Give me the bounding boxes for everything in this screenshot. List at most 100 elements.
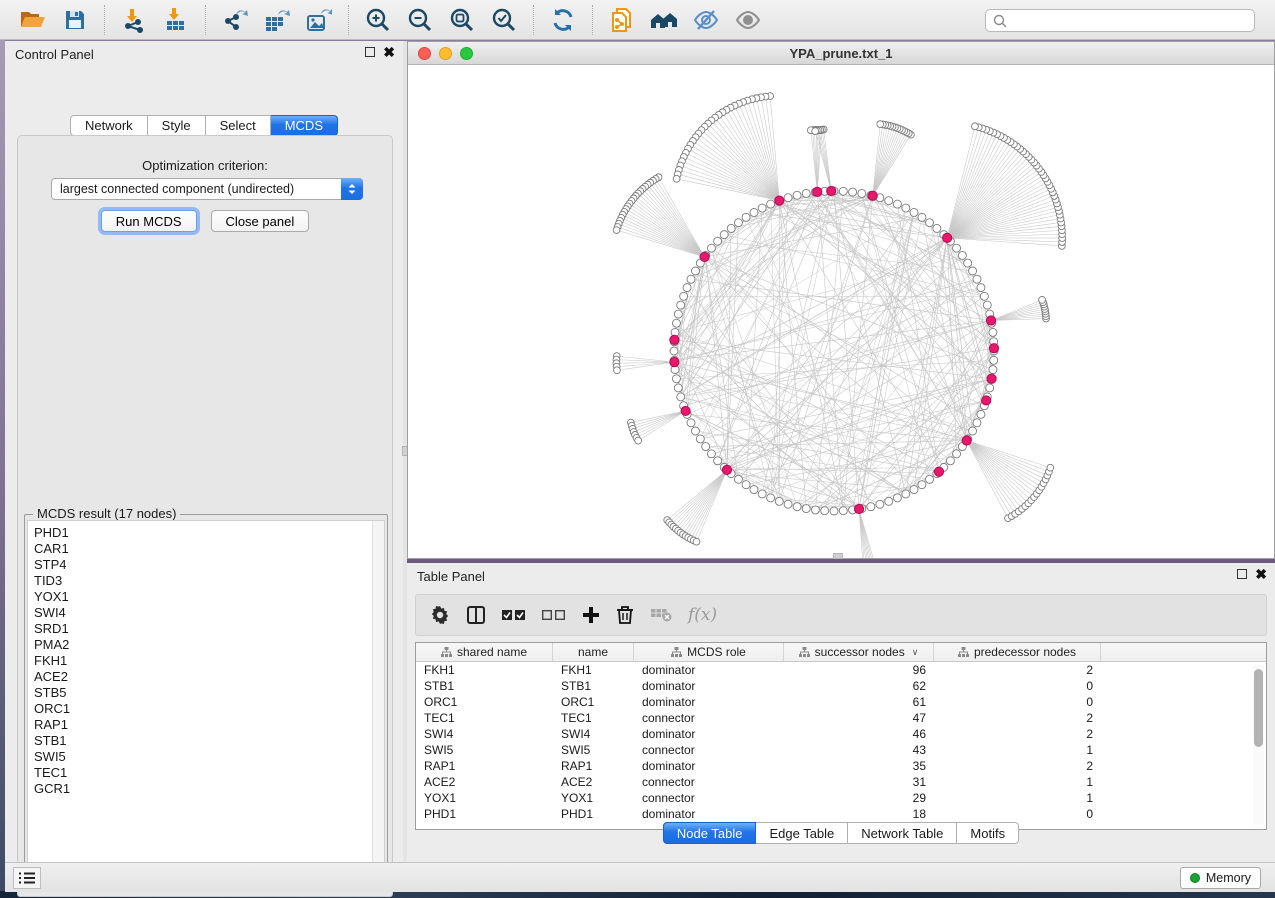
tab-select[interactable]: Select [206, 115, 271, 136]
table-row[interactable]: TEC1TEC1connector472 [416, 710, 1266, 726]
graph-node[interactable] [691, 427, 699, 435]
mcds-result-item[interactable]: TID3 [34, 573, 384, 589]
network-window-titlebar[interactable]: YPA_prune.txt_1 [408, 42, 1274, 65]
cell-shared[interactable]: YOX1 [416, 790, 553, 806]
cell-shared[interactable]: ORC1 [416, 694, 553, 710]
graph-node[interactable] [839, 187, 847, 195]
cell-shared[interactable]: RAP1 [416, 758, 553, 774]
select-all-checkboxes-icon[interactable] [502, 608, 526, 622]
graph-node[interactable] [876, 500, 884, 508]
network-canvas[interactable] [408, 65, 1274, 558]
graph-node[interactable] [918, 213, 926, 221]
graph-leaf-node[interactable] [972, 123, 979, 130]
graph-node[interactable] [767, 494, 775, 502]
graph-leaf-node[interactable] [812, 128, 819, 135]
graph-node[interactable] [946, 457, 954, 465]
graph-leaf-node[interactable] [614, 367, 621, 374]
graph-leaf-node[interactable] [635, 437, 642, 444]
graph-dominator-node[interactable] [681, 406, 690, 415]
graph-node[interactable] [821, 507, 829, 515]
close-panel-icon[interactable]: ✖ [383, 47, 395, 57]
graph-node[interactable] [677, 301, 685, 309]
zoom-out-icon[interactable] [405, 5, 435, 35]
cell-role[interactable]: dominator [634, 694, 784, 710]
cell-shared[interactable]: SWI4 [416, 726, 553, 742]
graph-dominator-node[interactable] [854, 504, 863, 513]
graph-node[interactable] [691, 267, 699, 275]
run-mcds-button[interactable]: Run MCDS [101, 210, 197, 232]
graph-node[interactable] [973, 275, 981, 283]
graph-node[interactable] [964, 259, 972, 267]
graph-node[interactable] [902, 490, 910, 498]
cell-succ[interactable]: 96 [784, 662, 934, 678]
column-header-pred[interactable]: predecessor nodes [934, 643, 1101, 661]
cell-role[interactable]: connector [634, 710, 784, 726]
graph-node[interactable] [677, 393, 685, 401]
graph-node[interactable] [793, 191, 801, 199]
cell-role[interactable]: connector [634, 742, 784, 758]
open-file-icon[interactable] [18, 5, 48, 35]
table-row[interactable]: YOX1YOX1connector291 [416, 790, 1266, 806]
graph-node[interactable] [680, 292, 688, 300]
delete-table-icon[interactable] [650, 607, 672, 623]
cell-role[interactable]: dominator [634, 758, 784, 774]
cell-pred[interactable]: 1 [934, 742, 1101, 758]
graph-node[interactable] [784, 194, 792, 202]
graph-node[interactable] [714, 237, 722, 245]
graph-node[interactable] [933, 224, 941, 232]
graph-node[interactable] [767, 200, 775, 208]
graph-node[interactable] [707, 244, 715, 252]
cell-name[interactable]: TEC1 [553, 710, 634, 726]
cell-shared[interactable]: TEC1 [416, 710, 553, 726]
tab-edge-table[interactable]: Edge Table [756, 822, 848, 844]
table-row[interactable]: RAP1RAP1dominator352 [416, 758, 1266, 774]
graph-dominator-node[interactable] [989, 344, 998, 353]
mcds-result-item[interactable]: SWI4 [34, 605, 384, 621]
graph-dominator-node[interactable] [670, 358, 679, 367]
graph-node[interactable] [734, 475, 742, 483]
graph-node[interactable] [702, 443, 710, 451]
tab-style[interactable]: Style [148, 115, 206, 136]
cell-shared[interactable]: FKH1 [416, 662, 553, 678]
graph-leaf-node[interactable] [673, 175, 680, 182]
node-table[interactable]: shared namenameMCDS rolesuccessor nodes∨… [415, 642, 1267, 830]
graph-leaf-node[interactable] [1047, 464, 1054, 471]
add-column-icon[interactable] [582, 606, 600, 624]
graph-node[interactable] [973, 419, 981, 427]
show-all-networks-icon[interactable] [649, 5, 679, 35]
search-box[interactable] [985, 9, 1255, 32]
zoom-selected-icon[interactable] [489, 5, 519, 35]
graph-node[interactable] [683, 284, 691, 292]
new-network-from-selection-icon[interactable] [607, 5, 637, 35]
cell-succ[interactable]: 62 [784, 678, 934, 694]
graph-node[interactable] [989, 366, 997, 374]
graph-dominator-node[interactable] [986, 316, 995, 325]
cell-succ[interactable]: 46 [784, 726, 934, 742]
graph-dominator-node[interactable] [700, 252, 709, 261]
cell-succ[interactable]: 35 [784, 758, 934, 774]
cell-role[interactable]: dominator [634, 678, 784, 694]
mcds-result-item[interactable]: SWI5 [34, 749, 384, 765]
cell-pred[interactable]: 2 [934, 726, 1101, 742]
cell-succ[interactable]: 18 [784, 806, 934, 822]
graph-node[interactable] [926, 219, 934, 227]
graph-node[interactable] [989, 328, 997, 336]
graph-node[interactable] [980, 292, 988, 300]
table-options-gear-icon[interactable] [430, 605, 450, 625]
export-table-icon[interactable] [262, 5, 292, 35]
graph-node[interactable] [926, 475, 934, 483]
graph-node[interactable] [990, 356, 998, 364]
column-selector-icon[interactable] [466, 605, 486, 625]
mcds-result-item[interactable]: STP4 [34, 557, 384, 573]
graph-node[interactable] [687, 419, 695, 427]
graph-leaf-node[interactable] [1039, 296, 1046, 303]
cell-role[interactable]: dominator [634, 806, 784, 822]
graph-node[interactable] [893, 200, 901, 208]
graph-node[interactable] [867, 503, 875, 511]
cell-shared[interactable]: ACE2 [416, 774, 553, 790]
cell-name[interactable]: PHD1 [553, 806, 634, 822]
cell-succ[interactable]: 31 [784, 774, 934, 790]
graph-dominator-node[interactable] [982, 396, 991, 405]
mcds-result-list[interactable]: PHD1CAR1STP4TID3YOX1SWI4SRD1PMA2FKH1ACE2… [27, 520, 385, 877]
graph-node[interactable] [977, 284, 985, 292]
